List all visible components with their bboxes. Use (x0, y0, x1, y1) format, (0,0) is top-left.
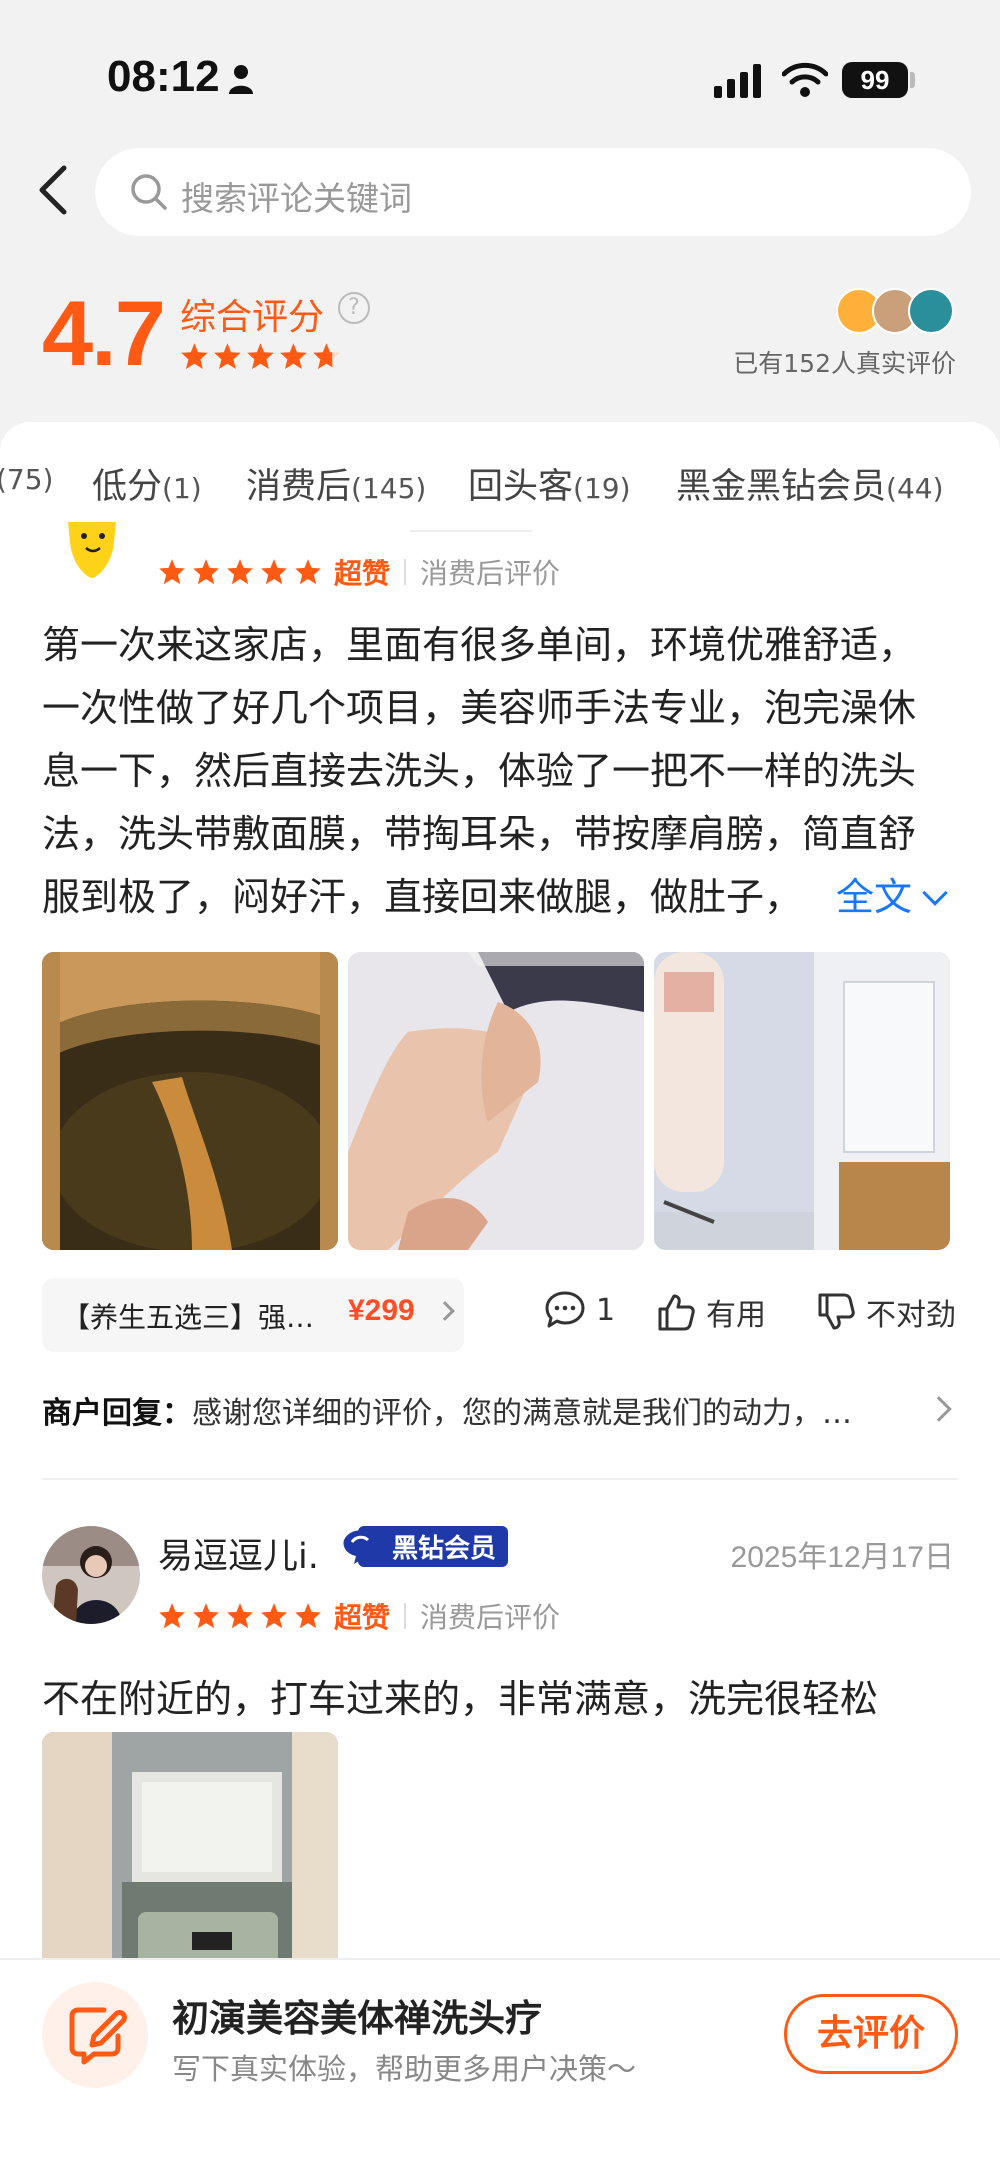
overall-score: 4.7 (42, 283, 166, 385)
deal-card[interactable]: 【养生五选三】强… ¥299 (42, 1278, 464, 1352)
reviewer-name[interactable]: 易逗逗儿i. (158, 1528, 319, 1579)
write-review-button[interactable]: 去评价 (784, 1994, 958, 2074)
star-icon (193, 1603, 219, 1629)
avatar[interactable] (46, 522, 138, 578)
review-text[interactable]: 不在附近的，打车过来的，非常满意，洗完很轻松 (42, 1668, 962, 1731)
star-icon (295, 1603, 321, 1629)
star-icon (261, 559, 287, 585)
chevron-down-icon (922, 880, 948, 906)
deal-name: 【养生五选三】强… (62, 1301, 315, 1334)
member-badge: 黑钻会员 (340, 1525, 509, 1567)
tab-black-gold-members[interactable]: 黑金黑钻会员(44) (676, 458, 944, 509)
review-type: 消费后评价 (420, 1601, 561, 1634)
review-rating-row: 超赞 消费后评价 (158, 552, 560, 592)
thumbs-down-icon (818, 1293, 855, 1330)
star-icon (159, 559, 185, 585)
star-icon (261, 1603, 287, 1629)
reviewer-avatars (836, 288, 956, 334)
review-photo[interactable] (654, 952, 950, 1250)
rating-tag: 超赞 (334, 1601, 391, 1634)
star-icon (247, 343, 274, 369)
real-review-count: 已有152人真实评价 (733, 349, 956, 378)
score-label: 综合评分 (180, 297, 325, 338)
divider (404, 1603, 407, 1629)
not-right-button[interactable]: 不对劲 (816, 1290, 956, 1334)
shop-name: 初演美容美体禅洗头疗 (172, 1997, 542, 2040)
wifi-icon (782, 62, 828, 97)
star-icon (159, 1603, 185, 1629)
star-icon (227, 559, 253, 585)
star-icon (214, 343, 241, 369)
battery-indicator: 99 (842, 62, 908, 98)
write-review-hint: 写下真实体验，帮助更多用户决策～ (172, 2052, 637, 2086)
review-date: 2025年12月17日 (730, 1541, 954, 1574)
status-bar: 08:12 99 (0, 0, 1000, 140)
reviews-card: (75) 低分(1) 消费后(145) 回头客(19) 黑金黑钻会员(44) 超… (0, 422, 1000, 2002)
rating-tag: 超赞 (334, 557, 391, 590)
tab-returning[interactable]: 回头客(19) (468, 458, 631, 509)
divider (410, 530, 532, 532)
review-rating-row: 超赞 消费后评价 (158, 1596, 560, 1636)
status-time: 08:12 (107, 52, 220, 101)
comment-button[interactable]: 1 (544, 1290, 615, 1330)
chevron-right-icon (435, 1301, 455, 1321)
review-type: 消费后评价 (420, 557, 561, 590)
filter-tabs: (75) 低分(1) 消费后(145) 回头客(19) 黑金黑钻会员(44) (0, 422, 1000, 522)
help-icon[interactable]: ? (338, 292, 370, 324)
thumbs-up-icon (658, 1294, 695, 1331)
useful-label: 有用 (706, 1298, 766, 1333)
bottom-bar: 初演美容美体禅洗头疗 写下真实体验，帮助更多用户决策～ 去评价 (0, 1958, 1000, 2174)
write-review-icon[interactable] (42, 1982, 148, 2088)
merchant-reply[interactable]: 商户回复：感谢您详细的评价，您的满意就是我们的动力，… (42, 1388, 942, 1432)
divider (404, 559, 407, 585)
review-text[interactable]: 第一次来这家店，里面有很多单间，环境优雅舒适， 一次性做了好几个项目，美容师手法… (42, 614, 962, 929)
star-icon (227, 1603, 253, 1629)
not-right-label: 不对劲 (866, 1298, 956, 1333)
signal-icon (714, 64, 761, 98)
star-icon (181, 343, 208, 369)
tab-partial[interactable]: (75) (0, 458, 53, 498)
tab-after-consume[interactable]: 消费后(145) (246, 458, 426, 509)
back-icon[interactable] (30, 160, 80, 220)
star-icon (280, 343, 307, 369)
review-photo[interactable] (42, 952, 338, 1250)
tab-low-score[interactable]: 低分(1) (92, 458, 202, 509)
edit-icon (69, 2007, 127, 2065)
battery-tip (910, 72, 915, 88)
comment-icon (545, 1291, 585, 1328)
reply-text: 感谢您详细的评价，您的满意就是我们的动力，… (192, 1396, 852, 1431)
person-icon (229, 65, 253, 94)
search-placeholder: 搜索评论关键词 (181, 179, 412, 218)
summary-stars (181, 343, 340, 370)
avatar[interactable] (42, 1526, 140, 1624)
review-stars (158, 558, 328, 586)
diamond-member-icon (343, 1530, 377, 1564)
search-input[interactable]: 搜索评论关键词 (95, 148, 971, 236)
divider (42, 1478, 958, 1480)
avatar (908, 288, 954, 334)
useful-button[interactable]: 有用 (656, 1290, 766, 1334)
star-icon (313, 343, 340, 370)
review-stars (158, 1602, 328, 1630)
star-icon (193, 559, 219, 585)
full-text-link[interactable]: 全文 (836, 866, 948, 921)
review-photo[interactable] (348, 952, 644, 1250)
search-icon (131, 174, 167, 210)
star-icon (295, 559, 321, 585)
deal-price: ¥299 (348, 1294, 415, 1327)
comment-count: 1 (596, 1292, 616, 1328)
reply-label: 商户回复： (42, 1396, 192, 1431)
